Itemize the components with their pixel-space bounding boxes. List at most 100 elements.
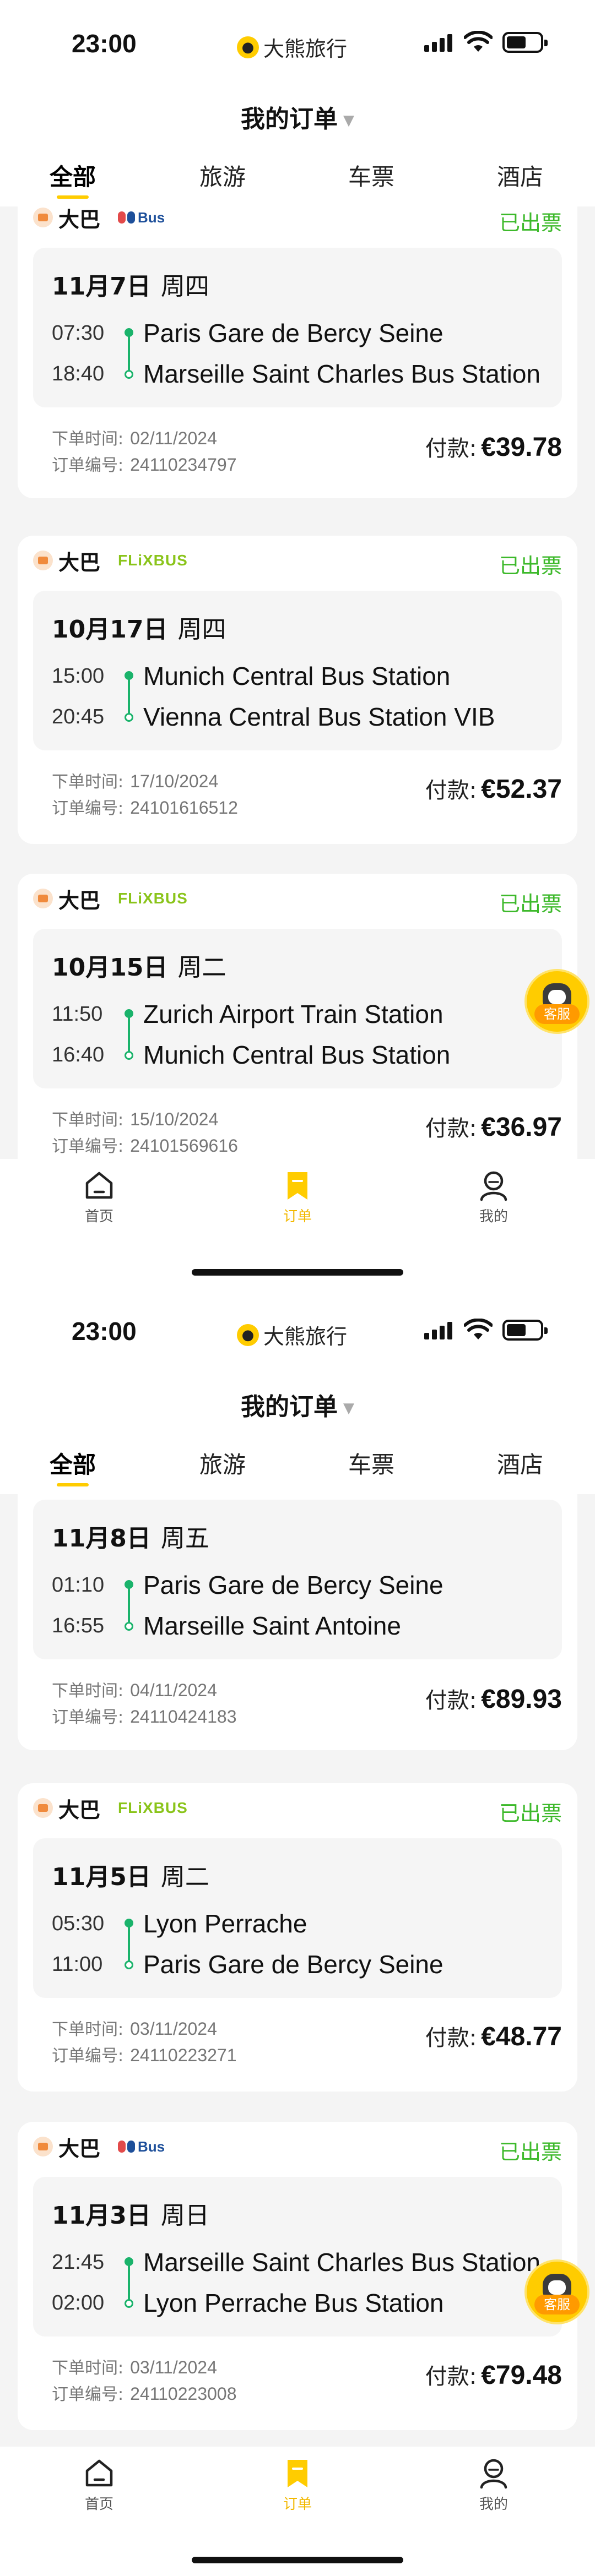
bear-logo-icon: ● (237, 1324, 259, 1346)
payment: 付款: €48.77 (425, 2022, 562, 2051)
trip-date: 11月3日 周日 (52, 2202, 209, 2230)
order-time: 下单时间: 02/11/2024 (52, 428, 217, 449)
arrival-row: 20:45 Vienna Central Bus Station VIB (52, 702, 495, 731)
payment: 付款: €39.78 (425, 433, 562, 462)
top-bar: 23:00 ● 大熊旅行 我的订单 ▼ 全部 旅游 车票 酒店 (0, 0, 595, 206)
category-tabs: 全部 旅游 车票 酒店 (0, 1446, 595, 1486)
ticket-status: 已出票 (499, 554, 562, 578)
card-header: 大巴 Bus 已出票 (33, 204, 562, 235)
order-card[interactable]: 大巴 Bus 已出票 11月3日 周日 21:45 Marseille Saint … (18, 2122, 577, 2430)
trip-date: 11月8日 周五 (52, 1524, 209, 1553)
order-time: 下单时间: 03/11/2024 (52, 2019, 217, 2039)
nav-orders[interactable]: 订单 (253, 2457, 342, 2513)
nav-mine[interactable]: 我的 (450, 1169, 538, 1226)
bus-brand-logo: Bus (118, 209, 165, 226)
bottom-tab-bar: 首页 订单 我的 (0, 1159, 595, 1288)
card-header: 大巴 FLiXBUS 已出票 (33, 1794, 562, 1826)
tab-travel[interactable]: 旅游 (199, 159, 246, 192)
category-tabs: 全部 旅游 车票 酒店 (0, 159, 595, 199)
bottom-tab-bar: 首页 订单 我的 (0, 2447, 595, 2576)
home-icon (85, 2459, 113, 2487)
bookmark-icon (288, 2460, 307, 2487)
nav-home[interactable]: 首页 (55, 1169, 143, 1226)
trip-box[interactable]: 10月15日 周二 11:50 Zurich Airport Train Stati… (33, 929, 562, 1088)
flixbus-brand-logo: FLiXBUS (118, 1799, 188, 1816)
trip-box[interactable]: 11月8日 周五 01:10 Paris Gare de Bercy Seine 1… (33, 1500, 562, 1659)
status-time: 23:00 (72, 1317, 137, 1346)
payment: 付款: €52.37 (425, 775, 562, 804)
top-bar: 23:00 ● 大熊旅行 我的订单 ▼ 全部 旅游 车票 酒店 (0, 1288, 595, 1494)
departure-row: 15:00 Munich Central Bus Station (52, 662, 451, 690)
bus-icon (33, 1798, 53, 1818)
departure-row: 11:50 Zurich Airport Train Station (52, 1000, 443, 1028)
tab-tickets[interactable]: 车票 (348, 159, 394, 192)
trip-box[interactable]: 10月17日 周四 15:00 Munich Central Bus Station… (33, 591, 562, 750)
flixbus-brand-logo: FLiXBUS (118, 552, 188, 569)
order-type: 大巴 (58, 207, 101, 232)
chevron-down-icon: ▼ (343, 1400, 354, 1417)
customer-service-button[interactable]: 客服 (524, 969, 589, 1034)
order-card[interactable]: 大巴 FLiXBUS 已出票 11月5日 周二 05:30 Lyon Perrach… (18, 1783, 577, 2092)
tab-hotel[interactable]: 酒店 (497, 1446, 543, 1480)
customer-service-button[interactable]: 客服 (524, 2259, 589, 2324)
status-app: ● 大熊旅行 (237, 32, 347, 62)
tab-tickets[interactable]: 车票 (348, 1446, 394, 1480)
status-time: 23:00 (72, 29, 137, 58)
user-icon (480, 1171, 507, 1201)
user-icon (480, 2459, 507, 2489)
bus-icon (33, 2137, 53, 2156)
bookmark-icon (288, 1172, 307, 1200)
bus-brand-logo: Bus (118, 2138, 165, 2155)
ticket-status: 已出票 (499, 2140, 562, 2164)
bear-logo-icon: ● (237, 36, 259, 58)
departure-row: 21:45 Marseille Saint Charles Bus Station (52, 2248, 540, 2277)
page-title[interactable]: 我的订单 ▼ (0, 99, 595, 134)
card-header: 大巴 FLiXBUS 已出票 (33, 885, 562, 916)
home-indicator (192, 2557, 403, 2563)
cellular-signal-icon (424, 33, 452, 52)
order-card[interactable]: 大巴 Bus 已出票 11月7日 周四 07:30 Paris Gare de Be… (18, 204, 577, 498)
arrival-row: 18:40 Marseille Saint Charles Bus Station (52, 360, 540, 388)
cellular-signal-icon (424, 1321, 452, 1339)
nav-home[interactable]: 首页 (55, 2457, 143, 2513)
order-card[interactable]: 大巴 FLiXBUS 已出票 10月15日 周二 11:50 Zurich Airp… (18, 874, 577, 1182)
bus-icon (33, 889, 53, 908)
arrival-row: 16:55 Marseille Saint Antoine (52, 1611, 401, 1640)
trip-date: 11月7日 周四 (52, 273, 209, 301)
bus-icon (33, 551, 53, 570)
trip-date: 10月15日 周二 (52, 954, 226, 982)
tab-hotel[interactable]: 酒店 (497, 159, 543, 192)
trip-box[interactable]: 11月7日 周四 07:30 Paris Gare de Bercy Seine 1… (33, 248, 562, 407)
wifi-icon (464, 1319, 493, 1339)
battery-icon (502, 1320, 548, 1341)
trip-box[interactable]: 11月5日 周二 05:30 Lyon Perrache 11:00 Paris Ga… (33, 1838, 562, 1998)
home-indicator (192, 1269, 403, 1276)
payment: 付款: €36.97 (425, 1113, 562, 1142)
order-card[interactable]: 大巴 FLiXBUS 已出票 10月17日 周四 15:00 Munich Cent… (18, 536, 577, 844)
departure-row: 05:30 Lyon Perrache (52, 1909, 307, 1938)
order-time: 下单时间: 04/11/2024 (52, 1680, 217, 1701)
tab-all[interactable]: 全部 (50, 159, 96, 199)
tab-all[interactable]: 全部 (50, 1446, 96, 1486)
battery-icon (502, 32, 548, 53)
arrival-row: 11:00 Paris Gare de Bercy Seine (52, 1950, 443, 1979)
order-time: 下单时间: 03/11/2024 (52, 2357, 217, 2378)
order-number: 订单编号: 24101569616 (52, 1136, 238, 1156)
trip-date: 10月17日 周四 (52, 616, 226, 644)
tab-travel[interactable]: 旅游 (199, 1446, 246, 1480)
order-card[interactable]: 11月8日 周五 01:10 Paris Gare de Bercy Seine 1… (18, 1491, 577, 1750)
order-number: 订单编号: 24110234797 (52, 455, 237, 475)
payment: 付款: €89.93 (425, 1685, 562, 1714)
card-header: 大巴 FLiXBUS 已出票 (33, 547, 562, 578)
card-header: 大巴 Bus 已出票 (33, 2133, 562, 2164)
payment: 付款: €79.48 (425, 2361, 562, 2390)
status-app: ● 大熊旅行 (237, 1320, 347, 1350)
screenshot-1: 大巴 Bus 已出票 11月7日 周四 07:30 Paris Gare de Be… (0, 0, 595, 1288)
page-title[interactable]: 我的订单 ▼ (0, 1387, 595, 1422)
nav-mine[interactable]: 我的 (450, 2457, 538, 2513)
wifi-icon (464, 31, 493, 52)
nav-orders[interactable]: 订单 (253, 1169, 342, 1226)
order-number: 订单编号: 24110223008 (52, 2384, 237, 2404)
order-type: 大巴 (58, 2136, 101, 2161)
trip-box[interactable]: 11月3日 周日 21:45 Marseille Saint Charles Bus… (33, 2177, 562, 2337)
